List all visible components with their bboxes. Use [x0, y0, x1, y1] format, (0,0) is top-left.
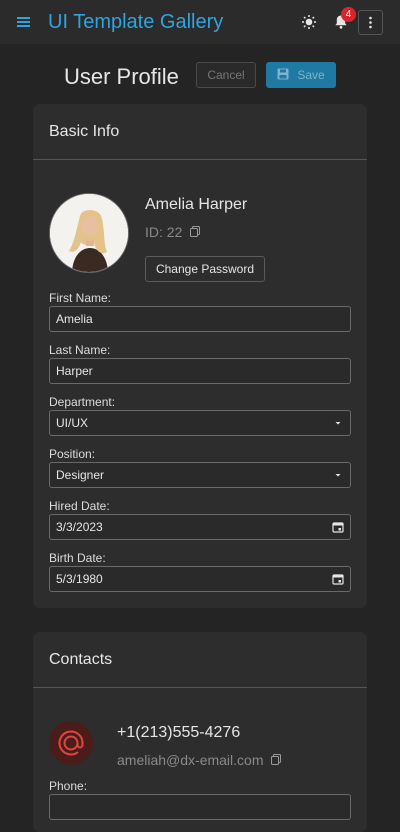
hired-date-value: 3/3/2023 [56, 520, 103, 534]
contact-email: ameliah@dx-email.com [117, 752, 282, 768]
first-name-input[interactable]: Amelia [49, 306, 351, 332]
hired-date-input[interactable]: 3/3/2023 [49, 514, 351, 540]
cancel-button[interactable]: Cancel [196, 62, 256, 88]
copy-icon[interactable] [271, 752, 282, 768]
last-name-field: Last Name: Harper [49, 343, 351, 384]
top-toolbar: UI Template Gallery 4 [0, 0, 400, 44]
user-name: Amelia Harper [145, 196, 248, 213]
position-label: Position: [49, 447, 96, 461]
at-sign-icon [49, 721, 93, 765]
hired-date-field: Hired Date: 3/3/2023 [49, 499, 351, 540]
position-field: Position: Designer [49, 447, 351, 488]
phone-input[interactable] [49, 794, 351, 820]
basic-info-header: Basic Info [33, 104, 367, 160]
avatar[interactable] [49, 193, 129, 273]
contacts-header: Contacts [33, 632, 367, 688]
birth-date-field: Birth Date: 5/3/1980 [49, 551, 351, 592]
app-title: UI Template Gallery [48, 11, 224, 33]
department-label: Department: [49, 395, 116, 409]
first-name-field: First Name: Amelia [49, 291, 351, 332]
calendar-icon[interactable] [332, 573, 344, 585]
notification-badge: 4 [341, 7, 356, 22]
birth-date-label: Birth Date: [49, 551, 106, 565]
user-id: ID: 22 [145, 224, 201, 240]
sun-icon[interactable] [299, 12, 319, 32]
basic-info-card: Basic Info Amelia Harper ID: 22 Change P… [33, 104, 367, 608]
last-name-input[interactable]: Harper [49, 358, 351, 384]
user-id-text: ID: 22 [145, 224, 183, 240]
phone-label: Phone: [49, 779, 88, 793]
chevron-down-icon[interactable] [332, 417, 344, 429]
first-name-label: First Name: [49, 291, 112, 305]
page-title: User Profile [64, 64, 179, 89]
department-value: UI/UX [56, 416, 89, 430]
save-label: Save [297, 68, 325, 82]
menu-icon[interactable] [13, 12, 35, 32]
floppy-disk-icon [277, 68, 289, 83]
department-select[interactable]: UI/UX [49, 410, 351, 436]
save-button[interactable]: Save [266, 62, 336, 88]
hired-date-label: Hired Date: [49, 499, 110, 513]
birth-date-input[interactable]: 5/3/1980 [49, 566, 351, 592]
department-field: Department: UI/UX [49, 395, 351, 436]
change-password-button[interactable]: Change Password [145, 256, 265, 282]
copy-icon[interactable] [190, 224, 201, 240]
contacts-card: Contacts +1(213)555-4276 ameliah@dx-emai… [33, 632, 367, 832]
first-name-value: Amelia [56, 312, 93, 326]
birth-date-value: 5/3/1980 [56, 572, 103, 586]
calendar-icon[interactable] [332, 521, 344, 533]
last-name-label: Last Name: [49, 343, 111, 357]
more-vertical-icon[interactable] [358, 10, 383, 35]
last-name-value: Harper [56, 364, 93, 378]
chevron-down-icon[interactable] [332, 469, 344, 481]
position-value: Designer [56, 468, 105, 482]
contact-phone: +1(213)555-4276 [117, 724, 241, 741]
position-select[interactable]: Designer [49, 462, 351, 488]
contact-email-text[interactable]: ameliah@dx-email.com [117, 752, 263, 768]
